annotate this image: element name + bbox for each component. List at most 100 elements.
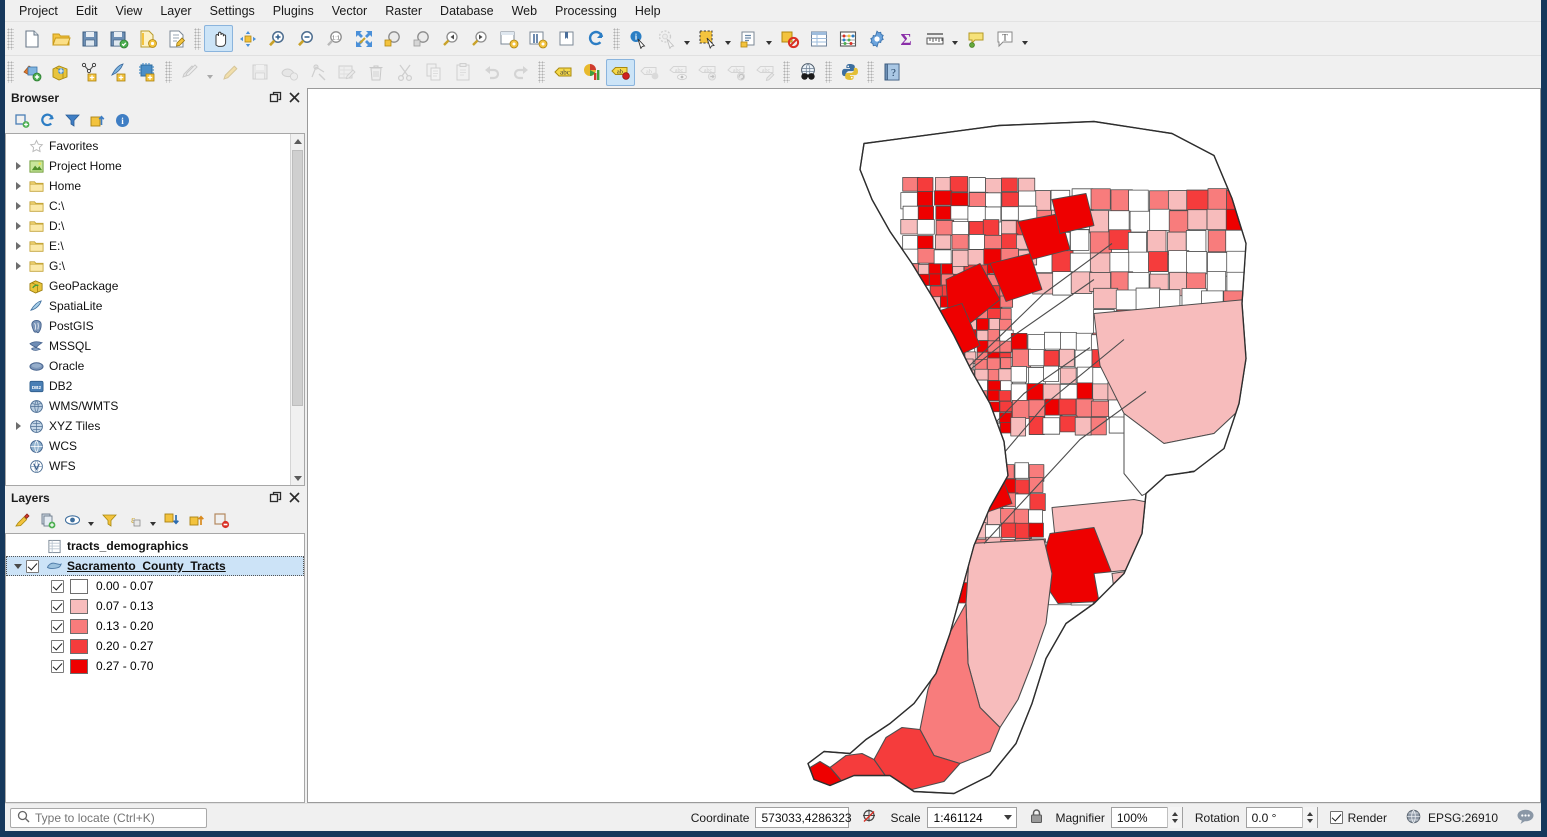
save-project-icon[interactable] — [75, 25, 104, 52]
menu-item-vector[interactable]: Vector — [323, 2, 376, 20]
refresh-browser-icon[interactable] — [36, 109, 59, 131]
layer-item-tracts_demographics[interactable]: tracts_demographics — [6, 536, 304, 556]
browser-item-geopackage[interactable]: GeoPackage — [6, 276, 304, 296]
cut-features-icon[interactable] — [390, 59, 419, 86]
zoom-to-selection-icon[interactable] — [378, 25, 407, 52]
current-edits-icon[interactable] — [175, 59, 204, 86]
legend-class-item[interactable]: 0.00 - 0.07 — [6, 576, 304, 596]
menu-item-web[interactable]: Web — [503, 2, 546, 20]
refresh-icon[interactable] — [581, 25, 610, 52]
chevron-down-icon[interactable] — [10, 558, 26, 574]
save-project-as-icon[interactable] — [104, 25, 133, 52]
open-project-icon[interactable] — [46, 25, 75, 52]
chevron-right-icon[interactable] — [10, 218, 26, 234]
statistical-summary-icon[interactable]: Σ — [891, 25, 920, 52]
manage-layer-visibility-dropdown-icon[interactable] — [86, 509, 96, 531]
highlight-pinned-labels-icon[interactable]: ab — [635, 59, 664, 86]
toggle-editing-icon[interactable] — [216, 59, 245, 86]
browser-item-postgis[interactable]: PostGIS — [6, 316, 304, 336]
chevron-right-icon[interactable] — [10, 238, 26, 254]
select-by-radius-icon[interactable] — [652, 25, 681, 52]
browser-item-mssql[interactable]: MSSQL — [6, 336, 304, 356]
legend-class-item[interactable]: 0.20 - 0.27 — [6, 636, 304, 656]
select-features-dropdown-icon[interactable] — [722, 25, 734, 52]
select-by-expression-dropdown-icon[interactable] — [763, 25, 775, 52]
add-group-icon[interactable] — [36, 509, 59, 531]
select-by-radius-dropdown-icon[interactable] — [681, 25, 693, 52]
browser-item-home[interactable]: Home — [6, 176, 304, 196]
layer-visibility-checkbox[interactable] — [26, 559, 39, 573]
menu-item-plugins[interactable]: Plugins — [264, 2, 323, 20]
add-selected-layers-icon[interactable] — [11, 109, 34, 131]
measure-dropdown-icon[interactable] — [949, 25, 961, 52]
toolbar-grip[interactable] — [867, 61, 874, 83]
legend-class-checkbox[interactable] — [51, 659, 64, 673]
toolbar-grip[interactable] — [194, 27, 201, 50]
chevron-right-icon[interactable] — [10, 198, 26, 214]
legend-class-checkbox[interactable] — [51, 599, 64, 613]
menu-item-raster[interactable]: Raster — [376, 2, 431, 20]
messages-icon[interactable] — [1516, 808, 1535, 828]
new-spatialite-layer-icon[interactable] — [104, 59, 133, 86]
lock-icon[interactable] — [1029, 808, 1044, 828]
menu-item-processing[interactable]: Processing — [546, 2, 626, 20]
text-annotation-icon[interactable]: T — [990, 25, 1019, 52]
identify-features-icon[interactable]: i — [623, 25, 652, 52]
add-vector-layer-icon[interactable] — [17, 59, 46, 86]
scroll-up-icon[interactable] — [291, 134, 304, 148]
browser-scrollbar[interactable] — [290, 134, 304, 485]
coordinate-field[interactable]: 573033,4286323 — [755, 807, 852, 828]
new-memory-layer-icon[interactable] — [133, 59, 162, 86]
rotate-label-icon[interactable]: abc — [722, 59, 751, 86]
browser-item-db2[interactable]: DB2 DB2 — [6, 376, 304, 396]
move-label-icon[interactable]: abc — [693, 59, 722, 86]
filter-legend-expression-icon[interactable]: ε — [123, 509, 146, 531]
deselect-features-icon[interactable] — [775, 25, 804, 52]
zoom-out-icon[interactable] — [291, 25, 320, 52]
pin-labels-icon[interactable]: ab — [606, 58, 635, 86]
zoom-full-icon[interactable] — [349, 25, 378, 52]
text-annotation-dropdown-icon[interactable] — [1019, 25, 1031, 52]
layers-close-icon[interactable] — [286, 489, 303, 506]
map-canvas[interactable] — [307, 88, 1541, 803]
scroll-thumb[interactable] — [292, 150, 303, 406]
menu-item-layer[interactable]: Layer — [151, 2, 200, 20]
scale-combo[interactable]: 1:461124 — [926, 807, 1017, 828]
filter-legend-icon[interactable] — [98, 509, 121, 531]
label-layer-icon[interactable]: abc — [548, 59, 577, 86]
browser-item-g[interactable]: G:\ — [6, 256, 304, 276]
toolbar-grip[interactable] — [538, 61, 545, 83]
python-console-icon[interactable] — [835, 59, 864, 86]
current-edits-dropdown-icon[interactable] — [204, 59, 216, 86]
scroll-down-icon[interactable] — [291, 471, 304, 485]
field-calculator-icon[interactable] — [833, 25, 862, 52]
modify-attributes-icon[interactable] — [332, 59, 361, 86]
toolbar-grip[interactable] — [7, 61, 14, 83]
browser-item-favorites[interactable]: Favorites — [6, 136, 304, 156]
diagram-layer-icon[interactable] — [577, 59, 606, 86]
browser-item-projecthome[interactable]: Project Home — [6, 156, 304, 176]
show-bookmarks-icon[interactable] — [552, 25, 581, 52]
browser-item-wcs[interactable]: WCS — [6, 436, 304, 456]
chevron-right-icon[interactable] — [10, 158, 26, 174]
layers-float-icon[interactable] — [267, 489, 284, 506]
collapse-all-icon[interactable] — [86, 109, 109, 131]
add-feature-icon[interactable] — [274, 59, 303, 86]
browser-item-xyztiles[interactable]: XYZ Tiles — [6, 416, 304, 436]
browser-item-spatialite[interactable]: SpatiaLite — [6, 296, 304, 316]
magnifier-stepper[interactable] — [1166, 807, 1182, 828]
redo-icon[interactable] — [506, 59, 535, 86]
zoom-to-layer-icon[interactable] — [407, 25, 436, 52]
layout-manager-icon[interactable] — [162, 25, 191, 52]
new-shapefile-layer-icon[interactable] — [75, 59, 104, 86]
legend-class-item[interactable]: 0.07 - 0.13 — [6, 596, 304, 616]
toolbar-grip[interactable] — [7, 27, 14, 50]
menu-item-settings[interactable]: Settings — [201, 2, 264, 20]
coordinate-capture-icon[interactable] — [861, 808, 878, 828]
browser-item-wmswmts[interactable]: WMS/WMTS — [6, 396, 304, 416]
filter-browser-icon[interactable] — [61, 109, 84, 131]
manage-layer-visibility-icon[interactable] — [61, 509, 84, 531]
browser-float-icon[interactable] — [267, 89, 284, 106]
pan-map-icon[interactable] — [204, 25, 233, 52]
menu-item-view[interactable]: View — [106, 2, 151, 20]
